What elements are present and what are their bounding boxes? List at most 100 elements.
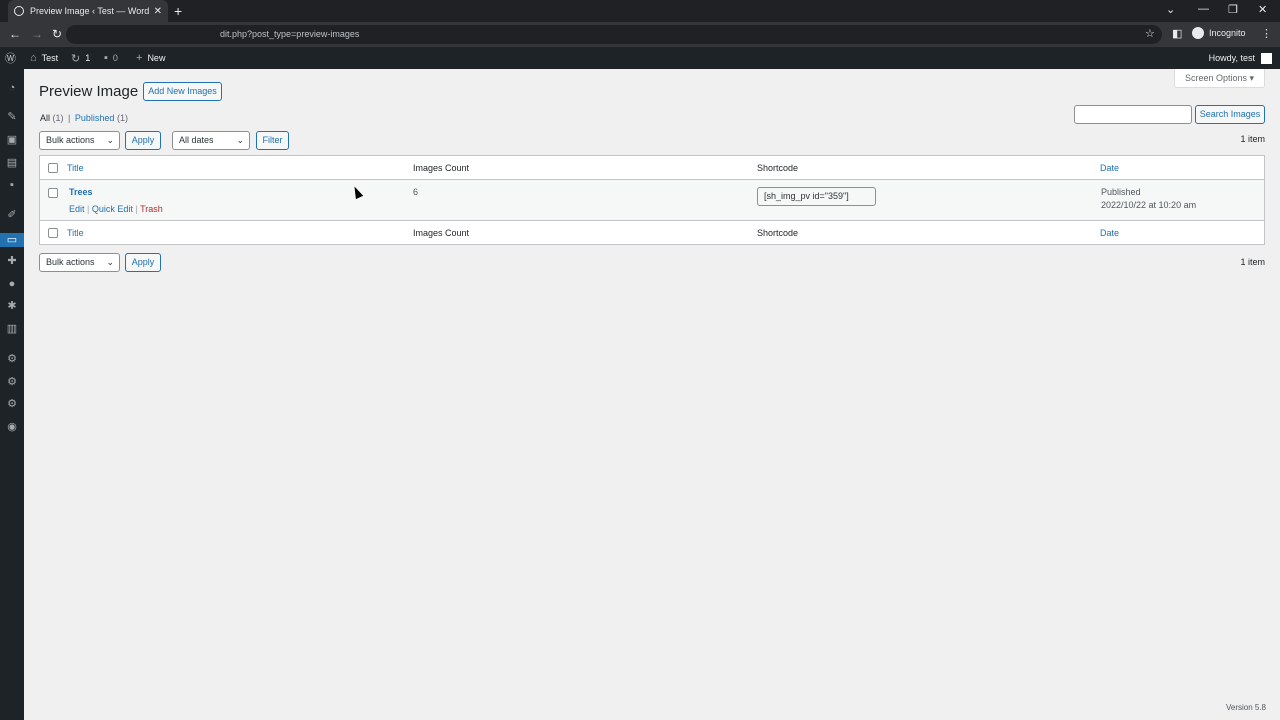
adminbar-site-name[interactable]: ⌂ Test <box>30 47 58 69</box>
bulk-actions-value: Bulk actions <box>46 257 95 267</box>
admin-sidebar: ◔ ✎ ▣ ▤ ▪ ✐ ▭ ✚ ● ✱ ▥ ⚙ ⚙ ⚙ ◉ <box>0 69 24 720</box>
main-content: Screen Options ▾ Preview Image Add New I… <box>24 69 1280 720</box>
filter-separator: | <box>68 113 71 123</box>
column-title-header[interactable]: Title <box>67 163 84 173</box>
row-action-separator: | <box>87 204 90 214</box>
settings-icon[interactable]: ▥ <box>6 323 18 335</box>
row-checkbox[interactable] <box>48 188 58 198</box>
add-new-images-button[interactable]: Add New Images <box>143 82 222 101</box>
filter-button[interactable]: Filter <box>256 131 289 150</box>
row-images-count: 6 <box>413 187 419 197</box>
tab-search-icon[interactable]: ⌄ <box>1166 3 1175 16</box>
media-icon[interactable]: ▣ <box>6 134 18 146</box>
new-tab-icon[interactable]: + <box>174 3 182 19</box>
select-all-checkbox-footer[interactable] <box>48 228 58 238</box>
side-panel-icon[interactable]: ◧ <box>1172 27 1182 40</box>
avatar <box>1261 52 1272 64</box>
wordpress-logo-icon: Ⓦ <box>5 53 16 65</box>
column-images-count-footer: Images Count <box>413 228 470 238</box>
filter-published-count: (1) <box>116 113 128 123</box>
new-label: New <box>147 53 166 63</box>
table-header: Title Images Count Shortcode Date <box>40 156 1264 180</box>
row-action-separator: | <box>135 204 138 214</box>
incognito-label: Incognito <box>1209 28 1246 38</box>
dashboard-icon[interactable]: ◔ <box>6 82 18 94</box>
adminbar-my-account[interactable]: Howdy, test <box>1209 47 1272 69</box>
apply-button-bottom[interactable]: Apply <box>125 253 161 272</box>
howdy-label: Howdy, test <box>1208 53 1255 63</box>
adminbar-updates[interactable]: ↻ 1 <box>71 47 90 69</box>
column-shortcode-header: Shortcode <box>757 163 799 173</box>
tab-title: Preview Image ‹ Test — WordPre <box>30 6 150 16</box>
quick-edit-link[interactable]: Quick Edit <box>92 204 133 214</box>
comments-count: 0 <box>112 53 118 63</box>
browser-menu-icon[interactable]: ⋮ <box>1261 27 1272 40</box>
back-icon[interactable]: ← <box>9 27 21 41</box>
gear-icon[interactable]: ⚙ <box>6 398 18 410</box>
edit-link[interactable]: Edit <box>69 204 85 214</box>
chevron-down-icon: ⌄ <box>106 257 114 267</box>
incognito-indicator[interactable]: Incognito <box>1192 27 1246 39</box>
search-input[interactable] <box>1074 105 1192 124</box>
reload-icon[interactable]: ↻ <box>52 27 62 41</box>
column-title-footer[interactable]: Title <box>67 228 84 238</box>
apply-button-top[interactable]: Apply <box>125 131 161 150</box>
appearance-icon[interactable]: ✐ <box>6 209 18 221</box>
bookmark-star-icon[interactable]: ☆ <box>1145 27 1155 40</box>
adminbar-comments[interactable]: ▪ 0 <box>104 47 118 69</box>
gear-icon[interactable]: ⚙ <box>6 376 18 388</box>
screen-options-button[interactable]: Screen Options ▾ <box>1174 69 1265 88</box>
pages-icon[interactable]: ▤ <box>6 157 18 169</box>
adminbar-new[interactable]: + New <box>136 47 165 69</box>
wp-admin-bar: Ⓦ ⌂ Test ↻ 1 ▪ 0 + New Howdy, test <box>0 47 1280 69</box>
filter-all[interactable]: All <box>40 113 50 123</box>
filter-published[interactable]: Published <box>75 113 115 123</box>
close-window-icon[interactable]: ✕ <box>1258 3 1267 16</box>
address-bar[interactable]: dit.php?post_type=preview-images <box>66 25 1162 44</box>
restore-icon[interactable]: ❐ <box>1228 3 1238 16</box>
search-images-button[interactable]: Search Images <box>1195 105 1265 124</box>
users-icon[interactable]: ● <box>6 278 18 290</box>
bulk-actions-select-top[interactable]: Bulk actions ⌄ <box>39 131 120 150</box>
plugins-icon[interactable]: ✚ <box>6 255 18 267</box>
posts-pin-icon[interactable]: ✎ <box>6 111 18 123</box>
preview-images-icon[interactable]: ▭ <box>6 234 18 246</box>
wp-version: Version 5.8 <box>1225 703 1266 712</box>
table-row: Trees Edit | Quick Edit | Trash 6 [sh_im… <box>40 180 1264 220</box>
updates-count: 1 <box>85 53 91 63</box>
home-icon: ⌂ <box>30 52 37 64</box>
collapse-menu-icon[interactable]: ◉ <box>6 421 18 433</box>
incognito-icon <box>1192 27 1204 39</box>
dates-select[interactable]: All dates ⌄ <box>172 131 250 150</box>
forward-icon[interactable]: → <box>31 27 43 41</box>
chevron-down-icon: ⌄ <box>236 135 244 145</box>
item-count-bottom: 1 item <box>1240 257 1265 267</box>
wp-logo[interactable]: Ⓦ <box>5 47 21 69</box>
minimize-icon[interactable]: — <box>1198 3 1209 15</box>
site-name-label: Test <box>41 53 59 63</box>
updates-icon: ↻ <box>71 52 81 65</box>
close-tab-icon[interactable]: ✕ <box>154 6 162 17</box>
tools-icon[interactable]: ✱ <box>6 300 18 312</box>
chevron-down-icon: ⌄ <box>106 135 114 145</box>
comments-icon: ▪ <box>104 52 108 64</box>
trash-link[interactable]: Trash <box>140 204 163 214</box>
column-date-footer[interactable]: Date <box>1100 228 1119 238</box>
row-actions: Edit | Quick Edit | Trash <box>69 204 163 214</box>
table-footer: Title Images Count Shortcode Date <box>40 220 1264 244</box>
shortcode-field[interactable]: [sh_img_pv id="359"] <box>757 187 876 206</box>
column-date-header[interactable]: Date <box>1100 163 1119 173</box>
row-title-link[interactable]: Trees <box>69 187 93 197</box>
filter-all-count: (1) <box>52 113 64 123</box>
bulk-actions-select-bottom[interactable]: Bulk actions ⌄ <box>39 253 120 272</box>
item-count-top: 1 item <box>1240 134 1265 144</box>
browser-tab-bar: Preview Image ‹ Test — WordPre ✕ + ⌄ — ❐… <box>0 0 1280 22</box>
comments-sidebar-icon[interactable]: ▪ <box>6 179 18 191</box>
browser-tab[interactable]: Preview Image ‹ Test — WordPre ✕ <box>8 0 168 22</box>
browser-toolbar: ← → ↻ dit.php?post_type=preview-images ☆… <box>0 22 1280 47</box>
bulk-actions-value: Bulk actions <box>46 135 95 145</box>
column-images-count-header: Images Count <box>413 163 470 173</box>
gear-icon[interactable]: ⚙ <box>6 353 18 365</box>
select-all-checkbox[interactable] <box>48 163 58 173</box>
wordpress-favicon-icon <box>14 6 24 16</box>
